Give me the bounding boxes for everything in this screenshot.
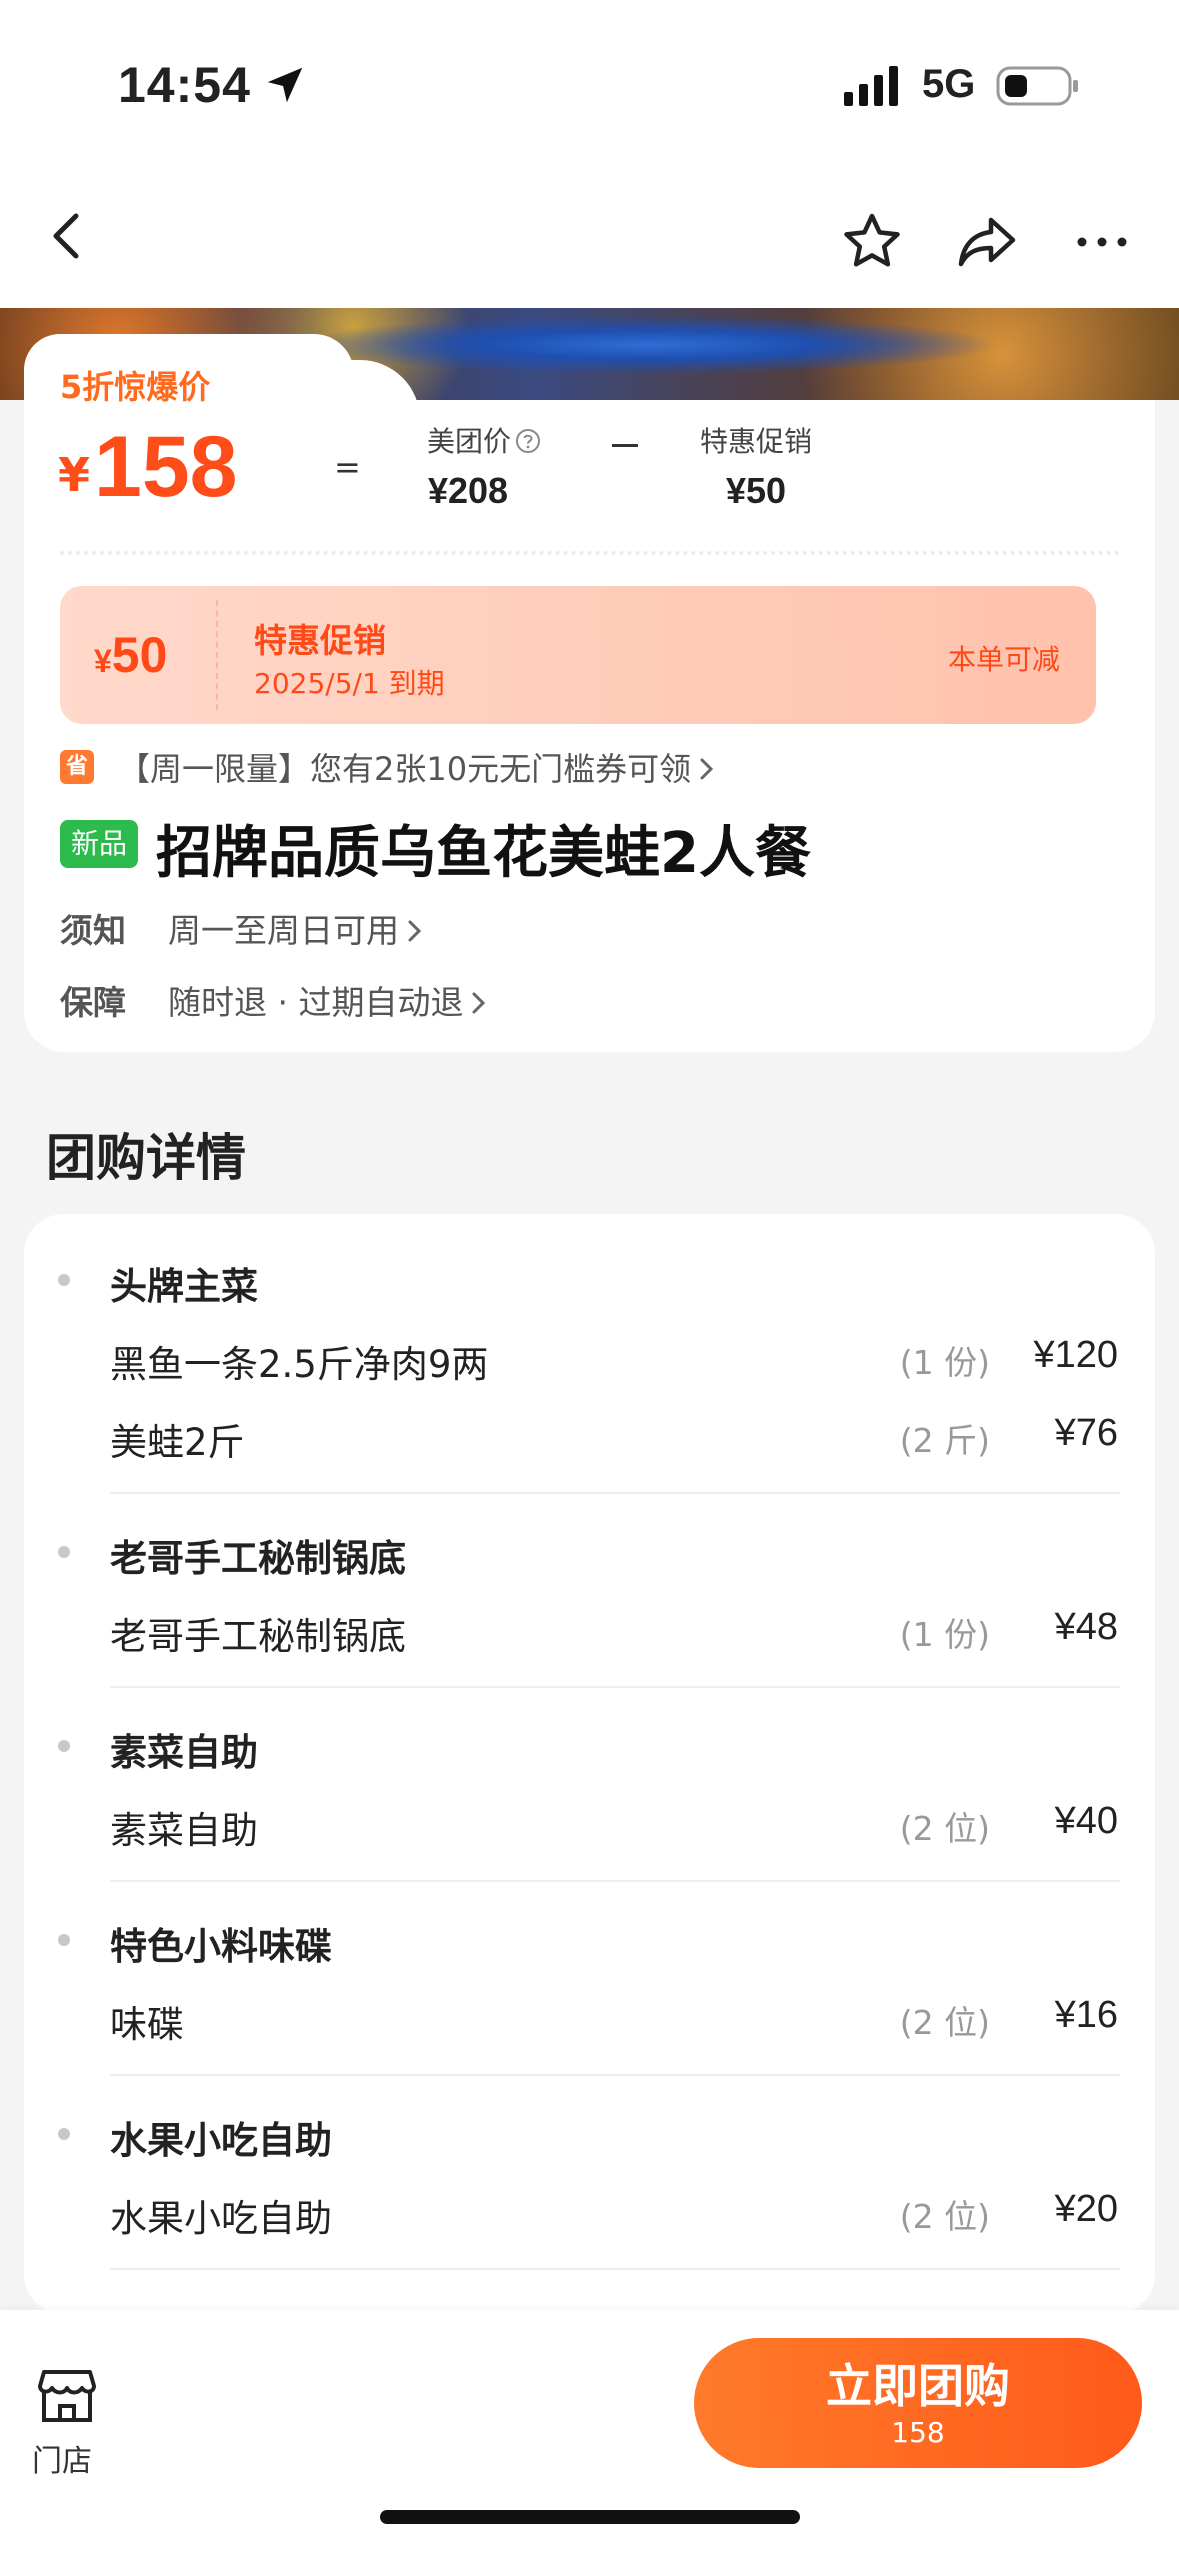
limited-coupon-link[interactable]: 【周一限量】您有2张10元无门槛券可领 xyxy=(118,744,717,790)
group-bullet xyxy=(58,2128,70,2140)
status-bar: 14:54 5G xyxy=(0,0,1179,170)
group-title: 老哥手工秘制锅底 xyxy=(110,1537,406,1580)
divider xyxy=(110,1880,1120,1882)
divider xyxy=(110,2268,1120,2270)
guarantee-link[interactable]: 随时退 · 过期自动退 xyxy=(168,976,489,1024)
chevron-right-icon xyxy=(700,758,714,780)
item-price: ¥76 xyxy=(1054,1412,1118,1454)
dotted-divider xyxy=(60,551,1120,555)
home-indicator[interactable] xyxy=(380,2510,800,2524)
equals-sign: = xyxy=(334,448,361,486)
signal-icon xyxy=(844,66,898,106)
battery-icon xyxy=(996,66,1078,106)
item-price: ¥120 xyxy=(1033,1334,1118,1376)
notice-label: 须知 xyxy=(60,911,126,950)
item-price: ¥16 xyxy=(1054,1994,1118,2036)
product-title: 招牌品质乌鱼花美蛙2人餐 xyxy=(156,821,811,886)
divider xyxy=(110,1686,1120,1688)
question-circle-icon[interactable] xyxy=(515,428,541,454)
divider xyxy=(110,1492,1120,1494)
deal-price: 158 xyxy=(94,419,238,515)
store-label[interactable]: 门店 xyxy=(32,2436,92,2480)
item-name: 味碟 xyxy=(110,2003,184,2046)
coupon-title: 特惠促销 xyxy=(254,621,386,660)
buy-now-button[interactable]: 立即团购 158 xyxy=(694,2338,1142,2468)
discount-value: ¥50 xyxy=(725,470,787,511)
item-price: ¥20 xyxy=(1054,2188,1118,2230)
item-name: 老哥手工秘制锅底 xyxy=(110,1615,406,1658)
notice-link[interactable]: 周一至周日可用 xyxy=(168,904,425,952)
location-arrow-icon xyxy=(267,67,303,103)
item-name: 水果小吃自助 xyxy=(110,2197,332,2240)
group-title: 水果小吃自助 xyxy=(110,2119,332,2162)
status-time: 14:54 xyxy=(118,57,251,113)
back-icon[interactable] xyxy=(36,204,100,268)
buy-now-label: 立即团购 xyxy=(826,2359,1010,2413)
nav-bar xyxy=(0,170,1179,310)
item-name: 美蛙2斤 xyxy=(110,1421,245,1464)
share-icon[interactable] xyxy=(955,210,1019,274)
item-price: ¥40 xyxy=(1054,1800,1118,1842)
divider xyxy=(110,2074,1120,2076)
item-price: ¥48 xyxy=(1054,1606,1118,1648)
coupon-card[interactable]: ¥50 特惠促销 2025/5/1 到期 本单可减 xyxy=(60,586,1096,724)
watermark-text: 大众点评 xyxy=(912,2488,1080,2534)
chevron-right-icon xyxy=(472,992,486,1014)
group-bullet xyxy=(58,1740,70,1752)
group-bullet xyxy=(58,1934,70,1946)
guarantee-label: 保障 xyxy=(60,983,126,1022)
store-icon[interactable] xyxy=(36,2366,98,2424)
currency-symbol: ¥ xyxy=(58,448,91,502)
group-title: 头牌主菜 xyxy=(110,1265,258,1308)
coupon-amount: ¥50 xyxy=(94,627,168,683)
item-name: 黑鱼一条2.5斤净肉9两 xyxy=(110,1343,489,1386)
meituan-price: ¥208 xyxy=(427,470,509,511)
group-bullet xyxy=(58,1546,70,1558)
favorite-star-icon[interactable] xyxy=(840,210,904,274)
save-badge: 省 xyxy=(60,750,94,784)
minus-sign xyxy=(612,444,638,447)
new-product-badge: 新品 xyxy=(60,820,138,868)
group-title: 素菜自助 xyxy=(110,1731,258,1774)
network-type: 5G xyxy=(922,62,976,106)
buy-now-price: 158 xyxy=(891,2416,945,2449)
section-title: 团购详情 xyxy=(46,1129,246,1187)
coupon-action[interactable]: 本单可减 xyxy=(948,638,1060,678)
chevron-right-icon xyxy=(408,920,422,942)
coupon-separator xyxy=(216,600,218,710)
item-name: 素菜自助 xyxy=(110,1809,258,1852)
group-bullet xyxy=(58,1274,70,1286)
discount-label: 特惠促销 xyxy=(699,425,812,458)
promo-label: 5折惊爆价 xyxy=(60,368,211,406)
coupon-expiry: 2025/5/1 到期 xyxy=(254,667,445,700)
group-title: 特色小料味碟 xyxy=(110,1925,332,1968)
more-icon[interactable] xyxy=(1070,210,1134,274)
meituan-price-label[interactable]: 美团价 xyxy=(384,420,584,460)
